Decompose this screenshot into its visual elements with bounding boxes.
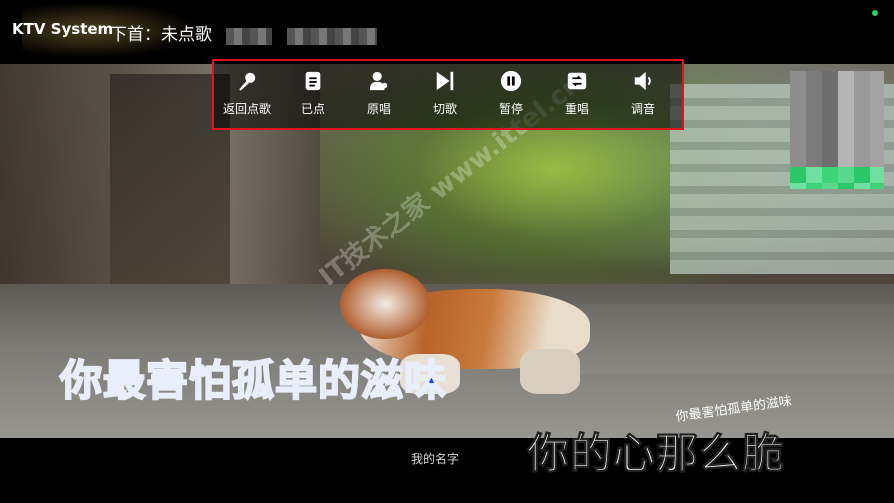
thumbnail-pixel (870, 167, 884, 183)
thumbnail-pixel (854, 151, 870, 167)
lyric-current-line: 你最害怕孤单的滋味 (59, 355, 448, 406)
thumbnail-pixel (806, 87, 822, 103)
lyric-next-line: 你的心那么脆 (526, 429, 786, 479)
thumbnail-pixel (870, 135, 884, 151)
thumbnail-pixel (806, 119, 822, 135)
replay-button[interactable]: 重唱 (544, 63, 610, 125)
thumbnail-pixel (854, 167, 870, 183)
thumbnail-pixel (838, 167, 854, 183)
thumbnail-pixel (790, 135, 806, 151)
thumbnail-pixel (822, 103, 838, 119)
pause-button[interactable]: 暂停 (478, 63, 544, 125)
thumbnail-pixel (790, 71, 806, 87)
control-toolbar: 返回点歌 已点 原唱 切歌 暂停 重唱 调音 (212, 59, 684, 130)
thumbnail-pixel (838, 151, 854, 167)
thumbnail-pixel (838, 103, 854, 119)
back-to-song-select-button[interactable]: 返回点歌 (214, 63, 280, 125)
blurred-info (287, 28, 377, 45)
thumbnail-pixel (854, 183, 870, 189)
thumbnail-pixel (790, 183, 806, 189)
button-label: 暂停 (498, 102, 523, 116)
status-indicator (872, 10, 878, 16)
thumbnail-pixel (806, 103, 822, 119)
thumbnail-pixel (822, 119, 838, 135)
button-label: 调音 (630, 102, 655, 116)
thumbnail-pixel (822, 71, 838, 87)
song-name: 我的名字 (411, 452, 460, 466)
thumbnail-pixel (838, 87, 854, 103)
thumbnail-pixel (854, 135, 870, 151)
thumbnail-pixel (822, 135, 838, 151)
thumbnail-pixel (838, 119, 854, 135)
thumbnail-pixel (790, 167, 806, 183)
thumbnail-pixel (854, 87, 870, 103)
app-title: KTV System (12, 20, 114, 38)
ktv-screen: IT技术之家 www.ittel.cn KTV System 下首：未点歌 返回… (0, 0, 894, 503)
thumbnail-pixel (790, 87, 806, 103)
thumbnail-pixel (854, 119, 870, 135)
thumbnail-pixel (806, 167, 822, 183)
thumbnail-pixel (870, 119, 884, 135)
button-label: 原唱 (366, 102, 391, 116)
top-bar: KTV System 下首：未点歌 (0, 0, 894, 64)
button-label: 重唱 (564, 102, 589, 116)
thumbnail-pixel (790, 119, 806, 135)
button-label: 返回点歌 (222, 102, 271, 116)
thumbnail-pixel (870, 183, 884, 189)
thumbnail-pixel (870, 103, 884, 119)
thumbnail-pixel (838, 135, 854, 151)
volume-icon (634, 71, 651, 91)
thumbnail-pixel (790, 103, 806, 119)
thumbnail-pixel (790, 151, 806, 167)
thumbnail-pixel (870, 87, 884, 103)
thumbnail-pixel (806, 135, 822, 151)
next-song-label: 下首：未点歌 (110, 25, 212, 45)
button-label: 已点 (300, 102, 325, 116)
button-label: 切歌 (432, 102, 457, 116)
thumbnail-pixel (854, 71, 870, 87)
queued-songs-button[interactable]: 已点 (280, 63, 346, 125)
thumbnail-pixel (870, 151, 884, 167)
thumbnail-pixel (854, 103, 870, 119)
thumbnail-pixel (806, 151, 822, 167)
camera-thumbnail (790, 71, 884, 189)
thumbnail-pixel (838, 183, 854, 189)
original-vocal-button[interactable]: 原唱 (346, 63, 412, 125)
microphone-icon (239, 72, 256, 91)
thumbnail-pixel (870, 71, 884, 87)
video-background-step (560, 304, 894, 374)
playlist-icon (305, 71, 321, 91)
thumbnail-pixel (822, 151, 838, 167)
thumbnail-pixel (822, 87, 838, 103)
skip-song-button[interactable]: 切歌 (412, 63, 478, 125)
singer-icon (369, 71, 388, 91)
pause-icon (500, 70, 522, 92)
thumbnail-pixel (838, 71, 854, 87)
thumbnail-pixel (806, 71, 822, 87)
skip-next-icon (436, 71, 454, 91)
replay-icon (567, 72, 587, 90)
blurred-info (226, 28, 272, 45)
thumbnail-pixel (806, 183, 822, 189)
thumbnail-pixel (822, 183, 838, 189)
tune-audio-button[interactable]: 调音 (610, 63, 676, 125)
thumbnail-pixel (822, 167, 838, 183)
